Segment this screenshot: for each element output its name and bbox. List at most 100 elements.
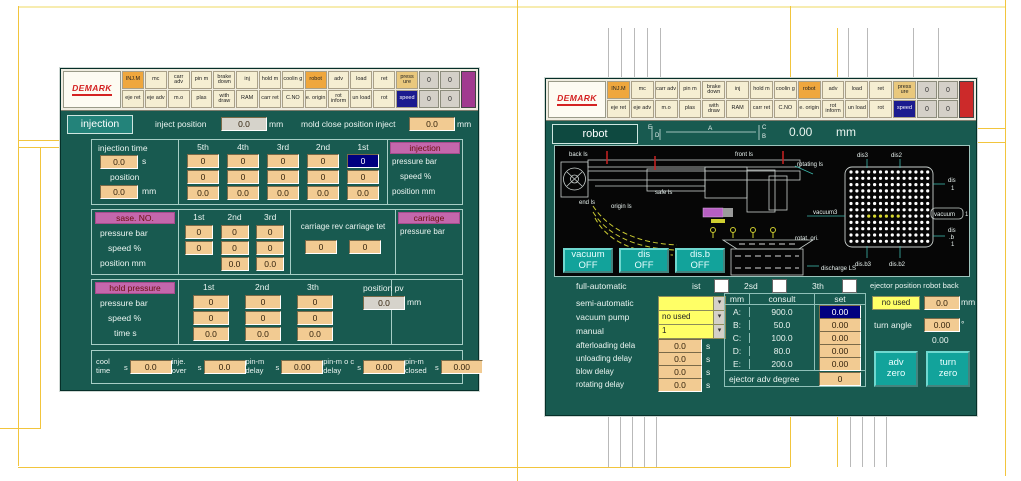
hold-pressure-field[interactable]: 0 [245, 295, 281, 309]
sase-position-field[interactable]: 0.0 [256, 257, 284, 271]
toolbar-pressure-button[interactable]: press ure [893, 81, 916, 99]
hold-pressure-field[interactable]: 0 [297, 295, 333, 309]
toolbar-cooling-button[interactable]: coolin g [774, 81, 797, 99]
hold-time-field[interactable]: 0.0 [245, 327, 281, 341]
toolbar-pin-m-button[interactable]: pin m [679, 81, 702, 99]
toolbar-rot-button[interactable]: rot [869, 100, 892, 118]
toolbar-cno-button[interactable]: C.NO [282, 90, 304, 108]
inj-position-field[interactable]: 0.0 [227, 186, 259, 200]
inj-pressure-field-selected[interactable]: 0 [347, 154, 379, 168]
hold-speed-field[interactable]: 0 [193, 311, 229, 325]
toolbar-mo-button[interactable]: m.o [655, 100, 678, 118]
toolbar-rot-button[interactable]: rot [373, 90, 395, 108]
toolbar-withdraw-button[interactable]: with draw [213, 90, 235, 108]
inj-pressure-field[interactable]: 0 [187, 154, 219, 168]
sase-pressure-field[interactable]: 0 [185, 225, 213, 239]
vacuum-pump-select[interactable]: no used▾ [658, 310, 726, 325]
sase-speed-field[interactable]: 0 [221, 241, 249, 255]
toolbar-ram-button[interactable]: RAM [726, 100, 749, 118]
ejector-adv-degree-field[interactable]: 0 [819, 372, 861, 386]
toolbar-load-button[interactable]: load [845, 81, 868, 99]
pin-m-closed-field[interactable]: 0.00 [441, 360, 483, 374]
toolbar-brake-button[interactable]: brake down [702, 81, 725, 99]
inj-speed-field[interactable]: 0 [187, 170, 219, 184]
disb-toggle-button[interactable]: dis.bOFF [675, 248, 725, 273]
inj-position-field[interactable]: 0.0 [347, 186, 379, 200]
afterloading-delay-field[interactable]: 0.0 [658, 339, 702, 353]
sase-pressure-field[interactable]: 0 [256, 225, 284, 239]
injection-time-field[interactable]: 0.0 [100, 155, 138, 169]
tab-robot[interactable]: robot [552, 124, 638, 144]
toolbar-plas-button[interactable]: plas [191, 90, 213, 108]
toolbar-unload-button[interactable]: un load [350, 90, 372, 108]
toolbar-load-button[interactable]: load [350, 71, 372, 89]
toolbar-mc-button[interactable]: mc [145, 71, 167, 89]
set-field[interactable]: 0.00 [819, 357, 861, 371]
toolbar-e-origin-button[interactable]: e. origin [305, 90, 327, 108]
check-1st-box[interactable] [714, 279, 729, 293]
toolbar-carr-adv-button[interactable]: carr adv [655, 81, 678, 99]
toolbar-adv-button[interactable]: adv [822, 81, 845, 99]
hold-speed-field[interactable]: 0 [297, 311, 333, 325]
toolbar-eje-ret-button[interactable]: eje ret [607, 100, 630, 118]
inj-speed-field[interactable]: 0 [267, 170, 299, 184]
toolbar-carr-adv-button[interactable]: carr adv [168, 71, 190, 89]
page-nav-button[interactable] [959, 81, 974, 118]
page-nav-button[interactable] [461, 71, 476, 108]
check-2sd-box[interactable] [772, 279, 787, 293]
toolbar-inj-m-button[interactable]: INJ.M [607, 81, 630, 99]
pin-m-oc-delay-field[interactable]: 0.00 [363, 360, 405, 374]
vacuum-toggle-button[interactable]: vacuumOFF [563, 248, 613, 273]
pin-m-delay-field[interactable]: 0.00 [281, 360, 323, 374]
carriage-ret-field[interactable]: 0 [349, 240, 381, 254]
no-used-badge[interactable]: no used [872, 296, 920, 310]
toolbar-inj-button[interactable]: inj [726, 81, 749, 99]
inje-over-field[interactable]: 0.0 [204, 360, 246, 374]
rotating-delay-field[interactable]: 0.0 [658, 378, 702, 392]
toolbar-robot-button[interactable]: robot [798, 81, 821, 99]
toolbar-mc-button[interactable]: mc [631, 81, 654, 99]
hold-pressure-field[interactable]: 0 [193, 295, 229, 309]
toolbar-hold-button[interactable]: hold m [750, 81, 773, 99]
inj-pressure-field[interactable]: 0 [307, 154, 339, 168]
hold-time-field[interactable]: 0.0 [297, 327, 333, 341]
cool-time-field[interactable]: 0.0 [130, 360, 172, 374]
toolbar-ret-button[interactable]: ret [869, 81, 892, 99]
inj-speed-field[interactable]: 0 [227, 170, 259, 184]
toolbar-ret-button[interactable]: ret [373, 71, 395, 89]
toolbar-carr-ret-button[interactable]: carr ret [750, 100, 773, 118]
toolbar-eje-ret-button[interactable]: eje ret [122, 90, 144, 108]
set-field[interactable]: 0.00 [819, 331, 861, 345]
toolbar-robot-button[interactable]: robot [305, 71, 327, 89]
sase-position-field[interactable]: 0.0 [221, 257, 249, 271]
check-3th-box[interactable] [842, 279, 857, 293]
inj-speed-field[interactable]: 0 [347, 170, 379, 184]
set-field[interactable]: 0.00 [819, 318, 861, 332]
toolbar-carr-ret-button[interactable]: carr ret [259, 90, 281, 108]
toolbar-inj-button[interactable]: inj [236, 71, 258, 89]
toolbar-pin-m-button[interactable]: pin m [191, 71, 213, 89]
inj-position-field[interactable]: 0.0 [307, 186, 339, 200]
sase-speed-field[interactable]: 0 [185, 241, 213, 255]
toolbar-eje-adv-button[interactable]: eje adv [631, 100, 654, 118]
inj-position-field[interactable]: 0.0 [187, 186, 219, 200]
hold-speed-field[interactable]: 0 [245, 311, 281, 325]
set-field[interactable]: 0.00 [819, 344, 861, 358]
manual-select[interactable]: 1▾ [658, 324, 726, 339]
semi-automatic-select[interactable]: ▾ [658, 296, 726, 311]
toolbar-pressure-button[interactable]: press ure [396, 71, 418, 89]
ejector-position-field[interactable]: 0.0 [924, 296, 960, 310]
toolbar-adv-button[interactable]: adv [328, 71, 350, 89]
unloading-delay-field[interactable]: 0.0 [658, 352, 702, 366]
toolbar-cooling-button[interactable]: coolin g [282, 71, 304, 89]
hold-time-field[interactable]: 0.0 [193, 327, 229, 341]
turn-angle-field[interactable]: 0.00 [924, 318, 960, 332]
toolbar-eje-adv-button[interactable]: eje adv [145, 90, 167, 108]
toolbar-inj-m-button[interactable]: INJ.M [122, 71, 144, 89]
toolbar-withdraw-button[interactable]: with draw [702, 100, 725, 118]
adv-zero-button[interactable]: advzero [874, 351, 918, 387]
inj-position-field[interactable]: 0.0 [267, 186, 299, 200]
toolbar-brake-button[interactable]: brake down [213, 71, 235, 89]
toolbar-speed-button[interactable]: speed [396, 90, 418, 108]
toolbar-hold-button[interactable]: hold m [259, 71, 281, 89]
